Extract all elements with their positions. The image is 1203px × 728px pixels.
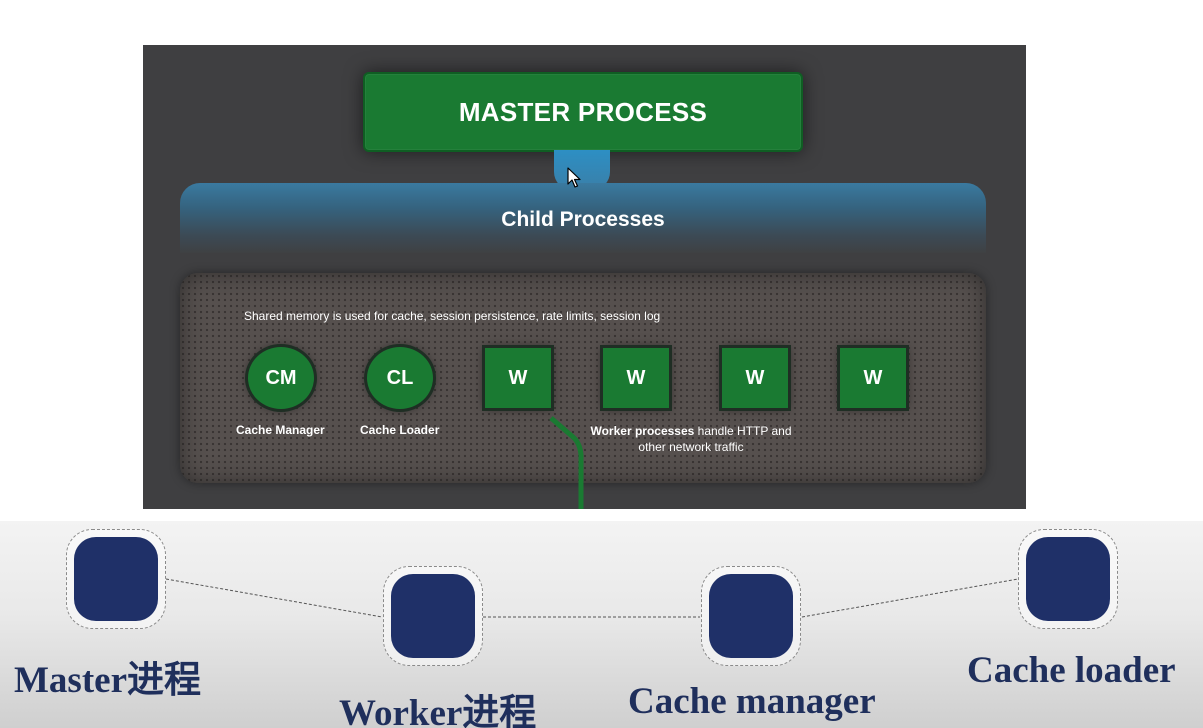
cache-manager-node: CM [248, 347, 314, 409]
worker-node-2-code: W [626, 366, 646, 389]
cache-manager-slide-label: Cache manager [628, 681, 876, 722]
master-process-node-square [74, 537, 158, 621]
worker-note-bold: Worker processes [590, 424, 695, 438]
cache-manager-code: CM [265, 366, 297, 389]
worker-node-1-code: W [508, 366, 528, 389]
cache-manager-node-square [709, 574, 793, 658]
cache-loader-node-square [1026, 537, 1110, 621]
worker-processes-note: Worker processes handle HTTP and other n… [589, 423, 793, 455]
cache-loader-code: CL [386, 366, 414, 389]
cache-loader-label: Cache Loader [360, 423, 440, 437]
worker-node-4: W [840, 348, 906, 408]
worker-node-3: W [722, 348, 788, 408]
worker-process-node-square [391, 574, 475, 658]
cache-loader-node: CL [367, 347, 433, 409]
cache-loader-slide-node [1018, 529, 1118, 629]
worker-node-2: W [603, 348, 669, 408]
worker-traffic-line [549, 416, 584, 509]
worker-process-node [383, 566, 483, 666]
process-diagram-panel: MASTER PROCESS Child Processes Shared me… [143, 45, 1026, 509]
worker-node-3-code: W [745, 366, 765, 389]
master-process-slide-label: Master进程 [14, 660, 201, 701]
worker-node-4-code: W [863, 366, 883, 389]
cache-loader-slide-label: Cache loader [967, 650, 1176, 691]
mouse-cursor-icon [567, 167, 581, 188]
cache-manager-slide-node [701, 566, 801, 666]
process-summary-slide: Master进程 Worker进程 Cache manager Cache lo… [0, 521, 1203, 728]
worker-process-slide-label: Worker进程 [339, 693, 537, 728]
cache-manager-label: Cache Manager [236, 423, 325, 437]
worker-node-1: W [485, 348, 551, 408]
master-process-node [66, 529, 166, 629]
